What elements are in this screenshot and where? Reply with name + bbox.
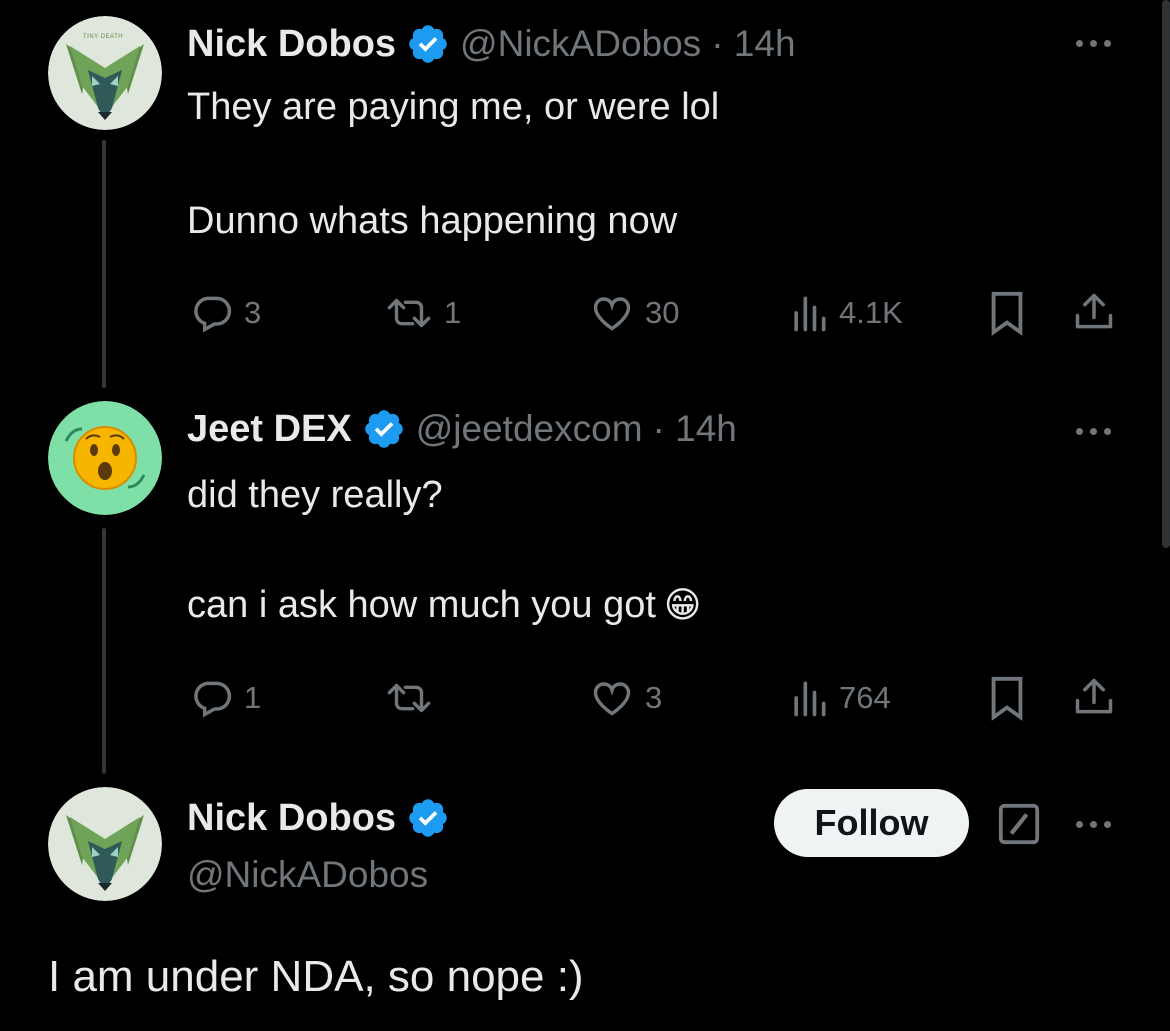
like-button[interactable]: 30 bbox=[589, 291, 679, 335]
surprised-face-avatar-icon bbox=[48, 401, 162, 515]
tweet-text-line: can i ask how much you got bbox=[187, 584, 656, 626]
tweet-text-line: Dunno whats happening now bbox=[187, 200, 678, 242]
post-time[interactable]: · 14h bbox=[711, 23, 795, 65]
author-handle[interactable]: @jeetdexcom bbox=[416, 408, 643, 450]
author-name[interactable]: Jeet DEX bbox=[187, 408, 352, 451]
main-post-text: I am under NDA, so nope :) bbox=[48, 952, 584, 1001]
repost-count: 1 bbox=[444, 295, 462, 330]
repost-icon bbox=[387, 683, 431, 713]
avatar-nick-dobos[interactable] bbox=[48, 787, 162, 901]
fox-avatar-icon bbox=[48, 787, 162, 901]
reply-button[interactable]: 3 bbox=[190, 291, 261, 335]
post-time[interactable]: · 14h bbox=[653, 408, 737, 450]
grinning-emoji: 😁 bbox=[663, 584, 702, 625]
author-handle[interactable]: @NickADobos bbox=[460, 23, 701, 65]
grok-explain-icon[interactable] bbox=[996, 801, 1042, 852]
avatar-logo-text: TINY DEATH bbox=[83, 34, 124, 40]
more-options-icon[interactable] bbox=[1076, 821, 1111, 828]
like-button[interactable]: 3 bbox=[589, 676, 662, 720]
bookmark-button[interactable] bbox=[987, 290, 1027, 336]
more-options-icon[interactable] bbox=[1076, 40, 1111, 47]
verified-badge-icon bbox=[409, 799, 447, 837]
bookmark-button[interactable] bbox=[987, 675, 1027, 721]
views-chart-icon bbox=[794, 681, 826, 717]
thread-line bbox=[102, 140, 106, 388]
view-count: 764 bbox=[839, 680, 891, 715]
scrollbar[interactable] bbox=[1162, 0, 1170, 548]
reply-count: 1 bbox=[244, 680, 262, 715]
more-options-icon[interactable] bbox=[1076, 428, 1111, 435]
repost-button[interactable] bbox=[384, 676, 444, 720]
reply-icon bbox=[194, 681, 232, 718]
heart-icon bbox=[593, 682, 631, 716]
follow-button[interactable]: Follow bbox=[774, 789, 969, 857]
heart-icon bbox=[593, 297, 631, 331]
verified-badge-icon bbox=[364, 410, 403, 448]
reply-count: 3 bbox=[244, 295, 262, 330]
bookmark-icon bbox=[991, 291, 1023, 336]
thread-line bbox=[102, 528, 106, 774]
avatar-jeet-dex[interactable] bbox=[48, 401, 162, 515]
verified-badge-icon bbox=[409, 25, 447, 63]
share-icon bbox=[1075, 293, 1113, 329]
bookmark-icon bbox=[991, 676, 1023, 721]
share-icon bbox=[1075, 678, 1113, 714]
share-button[interactable] bbox=[1072, 674, 1116, 720]
like-count: 30 bbox=[645, 295, 680, 330]
author-handle[interactable]: @NickADobos bbox=[187, 854, 428, 896]
share-button[interactable] bbox=[1072, 289, 1116, 335]
repost-icon bbox=[387, 298, 431, 328]
reply-icon bbox=[194, 296, 232, 333]
views-button[interactable]: 4.1K bbox=[789, 291, 903, 335]
like-count: 3 bbox=[645, 680, 663, 715]
author-name[interactable]: Nick Dobos bbox=[187, 23, 396, 66]
views-button[interactable]: 764 bbox=[789, 676, 891, 720]
views-chart-icon bbox=[794, 296, 826, 332]
repost-button[interactable]: 1 bbox=[384, 291, 461, 335]
reply-button[interactable]: 1 bbox=[190, 676, 261, 720]
tweet-text-line: They are paying me, or were lol bbox=[187, 86, 720, 128]
view-count: 4.1K bbox=[839, 295, 903, 330]
author-name[interactable]: Nick Dobos bbox=[187, 797, 396, 840]
tweet-text-line: did they really? bbox=[187, 474, 443, 516]
